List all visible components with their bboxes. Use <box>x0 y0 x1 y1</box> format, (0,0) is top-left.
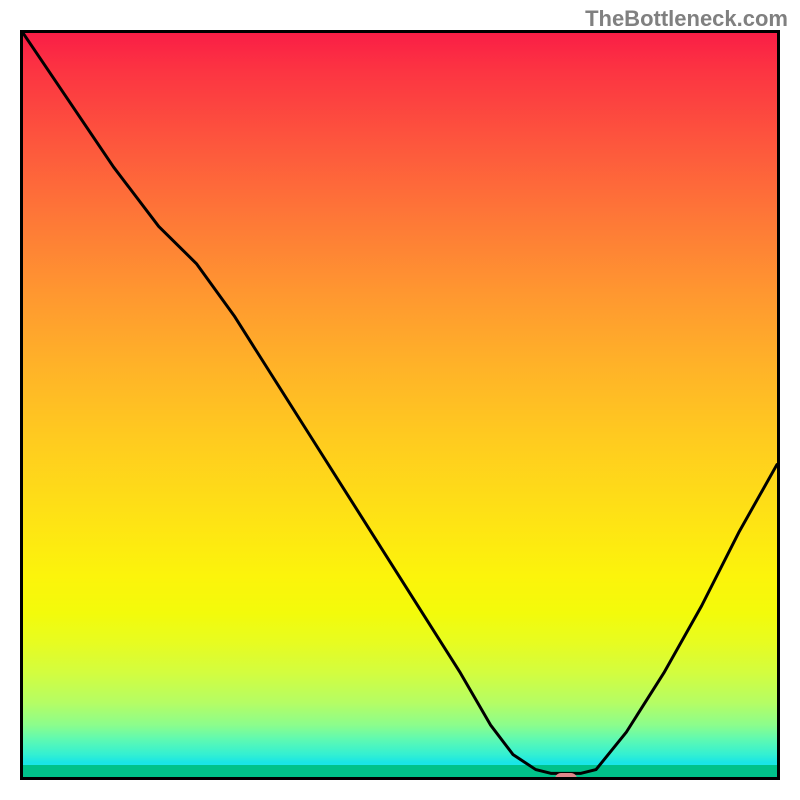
bottleneck-curve <box>23 33 777 777</box>
optimal-point-marker <box>555 773 577 780</box>
watermark-text: TheBottleneck.com <box>585 6 788 32</box>
chart-plot-area <box>20 30 780 780</box>
